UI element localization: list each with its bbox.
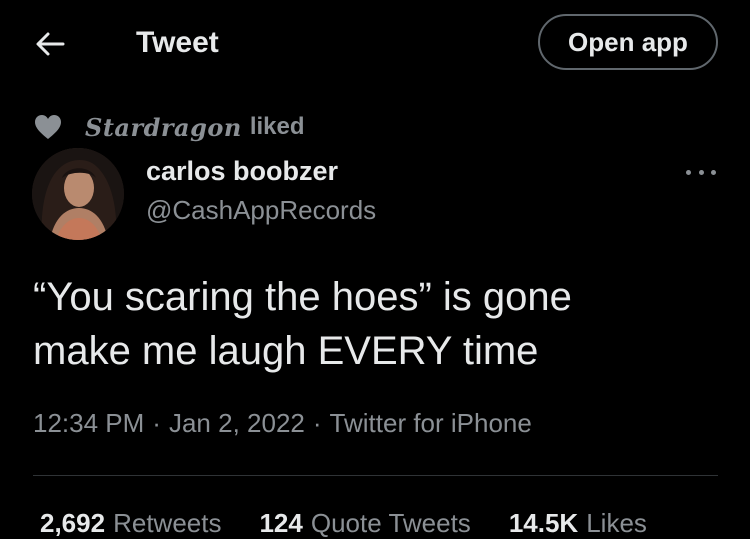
more-dots-icon [711,169,716,175]
tweet-date[interactable]: Jan 2, 2022 [169,408,305,439]
likes-stat[interactable]: 14.5K Likes [509,508,647,539]
back-button[interactable] [30,26,70,62]
likes-count: 14.5K [508,508,579,538]
tweet-text: “You scaring the hoes” is gone make me l… [33,275,572,373]
retweets-count: 2,692 [40,508,106,538]
meta-separator: · [312,408,322,438]
retweets-label: Retweets [113,508,222,538]
more-options-button[interactable] [686,164,716,180]
quote-tweets-count: 124 [259,508,303,538]
heart-icon [35,115,61,139]
likes-label: Likes [586,508,647,538]
social-context: Stardragon liked [33,112,305,142]
author-handle[interactable]: @CashAppRecords [146,195,376,226]
tweet-source[interactable]: Twitter for iPhone [330,408,532,439]
retweets-stat[interactable]: 2,692 Retweets [40,508,221,539]
liked-label: liked [249,113,305,140]
more-dots-icon [698,169,704,175]
quote-tweets-stat[interactable]: 124 Quote Tweets [259,508,470,539]
tweet-meta: 12:34 PM · Jan 2, 2022 · Twitter for iPh… [33,408,532,439]
open-app-button[interactable]: Open app [538,14,718,70]
author-display-name[interactable]: carlos boobzer [146,156,338,187]
avatar-photo [32,148,124,240]
avatar[interactable] [32,148,124,240]
meta-separator: · [152,408,161,438]
tweet-stats: 2,692 Retweets 124 Quote Tweets 14.5K Likes [40,508,685,539]
divider [33,475,718,476]
liker-name[interactable]: Stardragon [85,113,242,142]
tweet-time[interactable]: 12:34 PM [33,408,144,439]
arrow-left-icon [36,32,65,56]
more-dots-icon [686,169,691,175]
quote-tweets-label: Quote Tweets [310,508,471,538]
page-title: Tweet [136,26,219,59]
